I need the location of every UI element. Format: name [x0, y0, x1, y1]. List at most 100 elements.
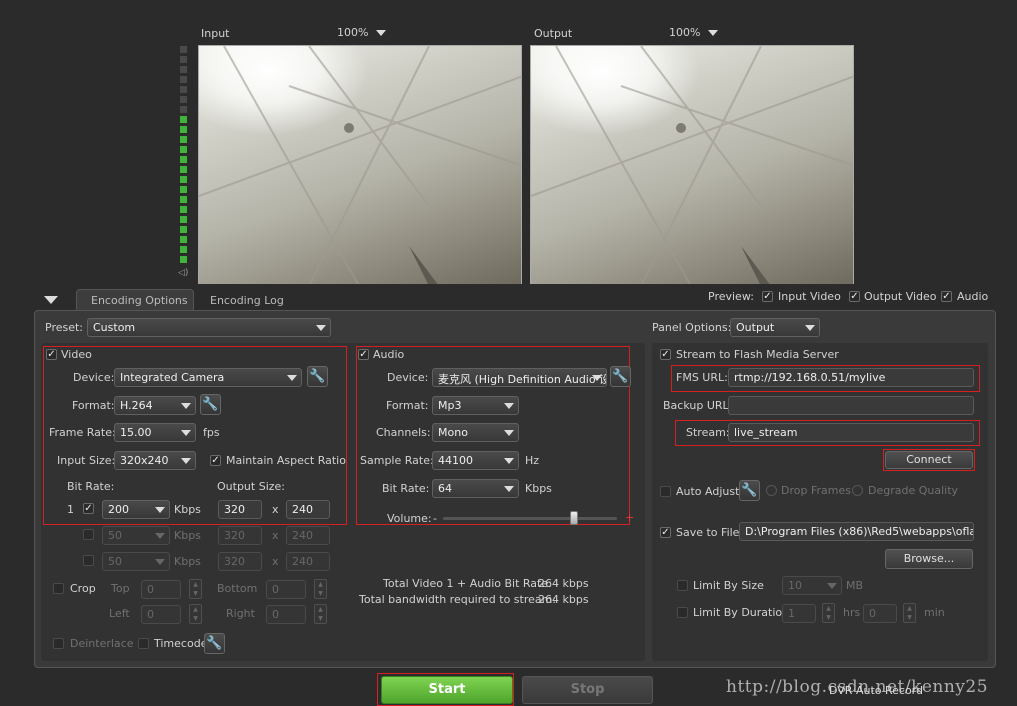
maintain-aspect-checkbox[interactable]: ✓ — [210, 455, 221, 466]
limit-by-size-checkbox[interactable] — [677, 580, 688, 591]
preview-audio-checkbox[interactable]: ✓ — [941, 291, 952, 302]
duration-hours-stepper[interactable]: ▲ ▼ — [822, 603, 835, 623]
bitrate-row-1-checkbox[interactable]: ✓ — [83, 503, 94, 514]
browse-button[interactable]: Browse... — [885, 549, 973, 569]
input-zoom-dropdown[interactable]: 100% — [337, 26, 386, 39]
crop-checkbox[interactable] — [53, 583, 64, 594]
deinterlace-checkbox[interactable] — [53, 638, 64, 649]
input-size-select[interactable]: 320x240 — [114, 451, 196, 470]
limit-size-select[interactable]: 10 — [782, 576, 842, 595]
connect-button[interactable]: Connect — [885, 451, 973, 469]
backup-url-input[interactable] — [728, 396, 974, 415]
output-height-3-input[interactable]: 240 — [286, 552, 330, 571]
chevron-down-icon — [181, 403, 191, 409]
volume-slider-track[interactable] — [443, 517, 617, 520]
chevron-down-icon — [805, 325, 815, 331]
level-segment — [180, 216, 187, 223]
stream-to-fms-checkbox[interactable]: ✓ — [660, 349, 671, 360]
output-height-1-input[interactable]: 240 — [286, 500, 330, 519]
limit-by-duration-checkbox[interactable] — [677, 607, 688, 618]
auto-adjust-settings-wrench-icon[interactable]: 🔧 — [739, 480, 760, 501]
save-to-file-checkbox[interactable]: ✓ — [660, 527, 671, 538]
bitrate-1-select[interactable]: 200 — [102, 500, 170, 519]
start-button[interactable]: Start — [381, 676, 513, 704]
audio-bit-rate-select[interactable]: 64 — [432, 479, 519, 498]
tab-encoding-log[interactable]: Encoding Log — [210, 294, 284, 307]
input-size-label: Input Size: — [57, 454, 116, 467]
output-width-3-input[interactable]: 320 — [218, 552, 262, 571]
frame-rate-select[interactable]: 15.00 — [114, 423, 196, 442]
input-zoom-value: 100% — [337, 26, 369, 39]
crop-top-stepper[interactable]: ▲ ▼ — [189, 579, 202, 599]
level-segment — [180, 96, 187, 103]
crop-left-stepper[interactable]: ▲ ▼ — [189, 604, 202, 624]
panel-options-value: Output — [736, 321, 775, 334]
preview-input-video-checkbox[interactable]: ✓ — [762, 291, 773, 302]
total-bitrate-value: 264 kbps — [538, 577, 589, 590]
audio-section-label: Audio — [373, 348, 405, 361]
output-width-1-input[interactable]: 320 — [218, 500, 262, 519]
bit-rate-label: Bit Rate: — [67, 480, 115, 493]
timecode-settings-wrench-icon[interactable]: 🔧 — [204, 633, 225, 654]
input-video-preview — [198, 45, 522, 285]
file-path-input[interactable]: D:\Program Files (x86)\Red5\webapps\ofla… — [739, 522, 974, 541]
drop-frames-radio[interactable] — [766, 485, 777, 496]
video-device-settings-wrench-icon[interactable]: 🔧 — [307, 366, 328, 387]
bitrate-2-select[interactable]: 50 — [102, 526, 170, 545]
bitrate-row-3-checkbox[interactable] — [83, 555, 94, 566]
video-enable-checkbox[interactable]: ✓ — [46, 349, 57, 360]
channels-value: Mono — [438, 426, 468, 439]
channels-label: Channels: — [376, 426, 431, 439]
crop-bottom-label: Bottom — [217, 582, 258, 595]
auto-adjust-checkbox[interactable] — [660, 486, 671, 497]
level-segment — [180, 256, 187, 263]
crop-top-input[interactable]: 0 — [141, 580, 181, 599]
backup-url-label: Backup URL: — [663, 399, 733, 412]
panel-options-select[interactable]: Output — [730, 318, 820, 337]
output-zoom-dropdown[interactable]: 100% — [669, 26, 718, 39]
auto-adjust-label: Auto Adjust — [676, 485, 740, 498]
output-height-2-input[interactable]: 240 — [286, 526, 330, 545]
audio-device-settings-wrench-icon[interactable]: 🔧 — [610, 366, 631, 387]
volume-slider-handle[interactable] — [569, 511, 578, 525]
chevron-down-icon — [181, 458, 191, 464]
output-width-2-input[interactable]: 320 — [218, 526, 262, 545]
bitrate-row-2-checkbox[interactable] — [83, 529, 94, 540]
duration-hours-input[interactable]: 1 — [782, 604, 816, 623]
duration-minutes-stepper[interactable]: ▲ ▼ — [903, 603, 916, 623]
crop-bottom-input[interactable]: 0 — [266, 580, 306, 599]
audio-enable-checkbox[interactable]: ✓ — [358, 349, 369, 360]
crop-right-input[interactable]: 0 — [266, 605, 306, 624]
video-format-select[interactable]: H.264 — [114, 396, 196, 415]
video-format-settings-wrench-icon[interactable]: 🔧 — [200, 394, 221, 415]
level-segment — [180, 236, 187, 243]
crop-right-stepper[interactable]: ▲ ▼ — [314, 604, 327, 624]
crop-left-input[interactable]: 0 — [141, 605, 181, 624]
audio-device-select[interactable]: 麦克风 (High Definition Audio 设 — [432, 368, 607, 387]
fms-url-input[interactable]: rtmp://192.168.0.51/mylive — [728, 368, 974, 387]
audio-kbps-unit: Kbps — [525, 482, 552, 495]
input-preview-label: Input — [201, 27, 230, 40]
preset-select[interactable]: Custom — [87, 318, 331, 337]
preview-output-video-checkbox[interactable]: ✓ — [849, 291, 860, 302]
crop-bottom-stepper[interactable]: ▲ ▼ — [314, 579, 327, 599]
collapse-panel-icon[interactable] — [44, 296, 58, 304]
volume-label: Volume: — [387, 512, 432, 525]
chevron-down-icon — [155, 559, 165, 565]
audio-format-select[interactable]: Mp3 — [432, 396, 519, 415]
video-device-select[interactable]: Integrated Camera — [114, 368, 302, 387]
duration-minutes-input[interactable]: 0 — [863, 604, 897, 623]
level-segment — [180, 56, 187, 63]
stream-name-input[interactable]: live_stream — [728, 423, 974, 442]
channels-select[interactable]: Mono — [432, 423, 519, 442]
stop-button[interactable]: Stop — [522, 676, 653, 704]
level-segment — [180, 86, 187, 93]
size-separator: x — [272, 529, 279, 542]
timecode-checkbox[interactable] — [138, 638, 149, 649]
chevron-down-icon — [707, 30, 718, 36]
degrade-quality-radio[interactable] — [852, 485, 863, 496]
tab-encoding-options[interactable]: Encoding Options — [76, 289, 194, 311]
stream-to-fms-label: Stream to Flash Media Server — [676, 348, 839, 361]
bitrate-3-select[interactable]: 50 — [102, 552, 170, 571]
sample-rate-select[interactable]: 44100 — [432, 451, 519, 470]
